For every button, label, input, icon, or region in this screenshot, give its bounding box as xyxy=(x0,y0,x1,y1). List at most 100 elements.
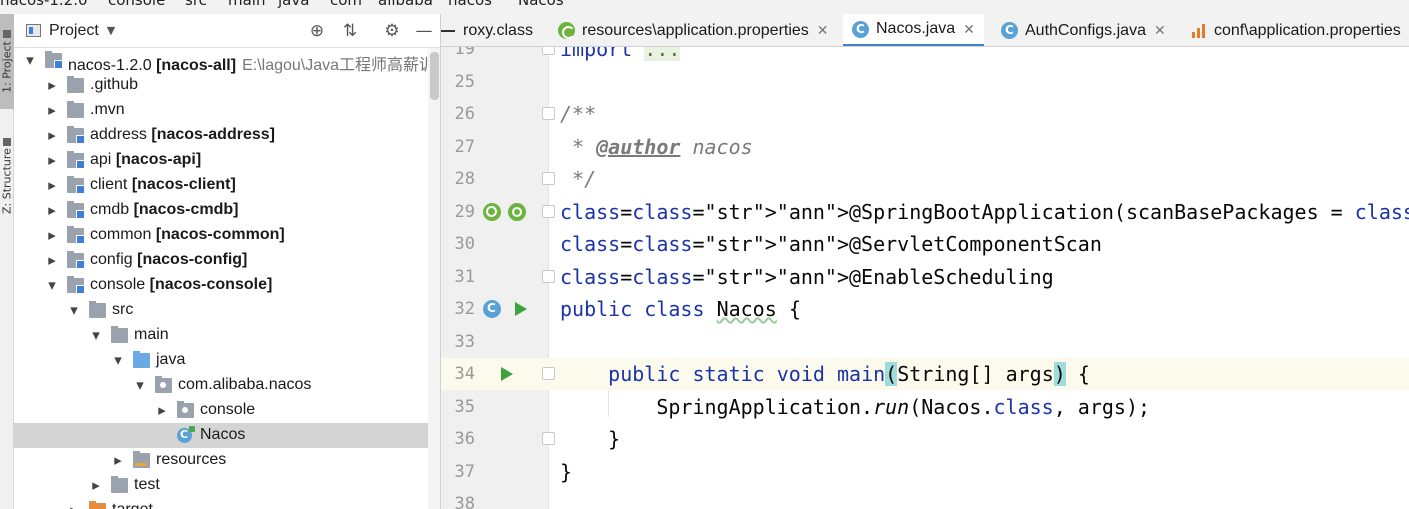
tree-item-resources[interactable]: ▸ resources xyxy=(14,448,428,473)
breadcrumb-item[interactable]: java xyxy=(278,0,309,9)
project-tree-scrollbar[interactable] xyxy=(428,48,440,509)
chevron-down-icon[interactable]: ▼ xyxy=(107,24,115,37)
line-number: 31 xyxy=(454,266,475,287)
breadcrumb-item[interactable]: com xyxy=(330,0,362,9)
code-line[interactable]: 19 import ... xyxy=(441,47,1409,65)
chevron-right-icon[interactable]: ▸ xyxy=(45,77,59,94)
tab-roxy-class[interactable]: roxy.class xyxy=(441,14,541,46)
chevron-right-icon[interactable]: ▸ xyxy=(45,127,59,144)
chevron-down-icon[interactable]: ▾ xyxy=(23,52,37,69)
chevron-down-icon[interactable]: ▾ xyxy=(133,377,147,394)
line-number: 25 xyxy=(454,71,475,92)
chevron-down-icon[interactable]: ▾ xyxy=(89,327,103,344)
chevron-right-icon[interactable]: ▸ xyxy=(89,477,103,494)
collapse-all-icon[interactable]: ⇅ xyxy=(340,21,360,41)
spring-bean-icon[interactable] xyxy=(508,202,526,221)
fold-toggle-icon[interactable] xyxy=(542,47,555,55)
tab-conf-application-properties[interactable]: conf\application.properties xyxy=(1181,14,1409,46)
code-line[interactable]: 30 class=class="str">"ann">@ServletCompon… xyxy=(441,228,1409,260)
tree-item-config[interactable]: ▸ config [nacos-config] xyxy=(14,248,428,273)
tree-item-com-alibaba-nacos[interactable]: ▾ com.alibaba.nacos xyxy=(14,373,428,398)
project-panel-title[interactable]: Project xyxy=(49,22,99,40)
chevron-down-icon[interactable]: ▾ xyxy=(67,302,81,319)
breadcrumb-item[interactable]: main xyxy=(228,0,265,9)
hide-panel-icon[interactable]: — xyxy=(414,21,434,41)
structure-tool-button[interactable]: Z: Structure xyxy=(0,126,14,226)
code-line[interactable]: 28 */ xyxy=(441,163,1409,195)
tree-item-java[interactable]: ▾ java xyxy=(14,348,428,373)
chevron-right-icon[interactable]: ▸ xyxy=(45,202,59,219)
line-number: 35 xyxy=(454,396,475,417)
tree-item--mvn[interactable]: ▸ .mvn xyxy=(14,98,428,123)
chevron-right-icon[interactable]: ▸ xyxy=(45,227,59,244)
tree-item-test[interactable]: ▸ test xyxy=(14,473,428,498)
project-tool-label: 1: Project xyxy=(0,41,14,93)
code-line[interactable]: 26 /** xyxy=(441,98,1409,130)
close-icon[interactable]: ✕ xyxy=(963,21,975,38)
chevron-down-icon[interactable]: ▾ xyxy=(45,277,59,294)
tree-item-cmdb[interactable]: ▸ cmdb [nacos-cmdb] xyxy=(14,198,428,223)
code-line[interactable]: 37} xyxy=(441,456,1409,488)
code-line[interactable]: 29 class=class="str">"ann">@SpringBootApp… xyxy=(441,196,1409,228)
breadcrumb-item[interactable]: alibaba xyxy=(378,0,433,9)
find-usages-icon[interactable] xyxy=(483,202,501,221)
breadcrumb-item[interactable]: Nacos xyxy=(518,0,564,9)
tree-item-api[interactable]: ▸ api [nacos-api] xyxy=(14,148,428,173)
tree-item-src[interactable]: ▾ src xyxy=(14,298,428,323)
scrollbar-thumb[interactable] xyxy=(430,52,439,100)
implemented-class-icon[interactable] xyxy=(483,300,501,318)
chevron-right-icon[interactable]: ▸ xyxy=(45,102,59,119)
tree-item-console[interactable]: ▾ console [nacos-console] xyxy=(14,273,428,298)
tree-item-console[interactable]: ▸ console xyxy=(14,398,428,423)
breadcrumb-item[interactable]: src xyxy=(185,0,207,9)
chevron-right-icon[interactable]: ▸ xyxy=(45,252,59,269)
project-tool-button[interactable]: 1: Project xyxy=(0,14,14,109)
tree-item-nacos[interactable]: Nacos xyxy=(14,423,428,448)
chevron-right-icon[interactable]: ▸ xyxy=(45,177,59,194)
chevron-down-icon[interactable]: ▾ xyxy=(111,352,125,369)
code-line[interactable]: 32 public class Nacos { xyxy=(441,293,1409,325)
breadcrumb-item[interactable]: console xyxy=(108,0,165,9)
breadcrumb-item[interactable]: nacos-1.2.0 xyxy=(0,0,88,9)
tree-item-common[interactable]: ▸ common [nacos-common] xyxy=(14,223,428,248)
gear-icon[interactable]: ⚙ xyxy=(382,21,402,41)
folder-icon xyxy=(67,101,84,118)
chevron-right-icon[interactable]: ▸ xyxy=(155,402,169,419)
run-icon[interactable] xyxy=(515,302,527,316)
tree-item-address[interactable]: ▸ address [nacos-address] xyxy=(14,123,428,148)
code-editor[interactable]: 19 import ... 25 26/** 27 * @author nacos 28 … xyxy=(441,47,1409,509)
run-icon[interactable] xyxy=(501,367,513,381)
fold-toggle-icon[interactable] xyxy=(542,432,555,445)
code-line[interactable]: 33 xyxy=(441,326,1409,358)
tree-item--github[interactable]: ▸ .github xyxy=(14,73,428,98)
code-line[interactable]: 31 class=class="str">"ann">@EnableSchedul… xyxy=(441,261,1409,293)
code-line[interactable]: 35 SpringApplication.run(Nacos.class, ar… xyxy=(441,391,1409,423)
tab-authconfigs-java[interactable]: AuthConfigs.java ✕ xyxy=(992,14,1175,46)
code-line[interactable]: 36 } xyxy=(441,423,1409,455)
fold-toggle-icon[interactable] xyxy=(542,204,555,218)
close-icon[interactable]: ✕ xyxy=(1154,22,1166,39)
module-folder-icon xyxy=(67,251,85,269)
locate-target-icon[interactable]: ⊕ xyxy=(307,21,327,41)
fold-toggle-icon[interactable] xyxy=(542,107,555,120)
close-icon[interactable]: ✕ xyxy=(817,22,829,39)
tab-nacos-java[interactable]: Nacos.java ✕ xyxy=(843,14,984,46)
breadcrumb-item[interactable]: nacos xyxy=(448,0,492,9)
fold-toggle-icon[interactable] xyxy=(542,367,555,380)
code-line[interactable]: 25 xyxy=(441,66,1409,98)
minus-icon xyxy=(441,29,455,32)
code-line[interactable]: 38 xyxy=(441,488,1409,509)
tab-resources-application-properties[interactable]: resources\application.properties ✕ xyxy=(549,14,841,46)
fold-toggle-icon[interactable] xyxy=(542,269,555,283)
code-line[interactable]: 27 * @author nacos xyxy=(441,131,1409,163)
tree-item-nacos-1-2-0[interactable]: ▾ nacos-1.2.0 [nacos-all] E:\lagou\Java工程师… xyxy=(14,48,440,74)
tree-item-target[interactable]: ▸ target xyxy=(14,498,428,509)
tab-label: AuthConfigs.java xyxy=(1025,21,1146,39)
chevron-right-icon[interactable]: ▸ xyxy=(111,452,125,469)
chevron-right-icon[interactable]: ▸ xyxy=(67,502,81,509)
tree-item-main[interactable]: ▾ main xyxy=(14,323,428,348)
chevron-right-icon[interactable]: ▸ xyxy=(45,152,59,169)
tree-item-client[interactable]: ▸ client [nacos-client] xyxy=(14,173,428,198)
code-line[interactable]: 34 public static void main(String[] args… xyxy=(441,358,1409,390)
fold-toggle-icon[interactable] xyxy=(542,172,555,185)
